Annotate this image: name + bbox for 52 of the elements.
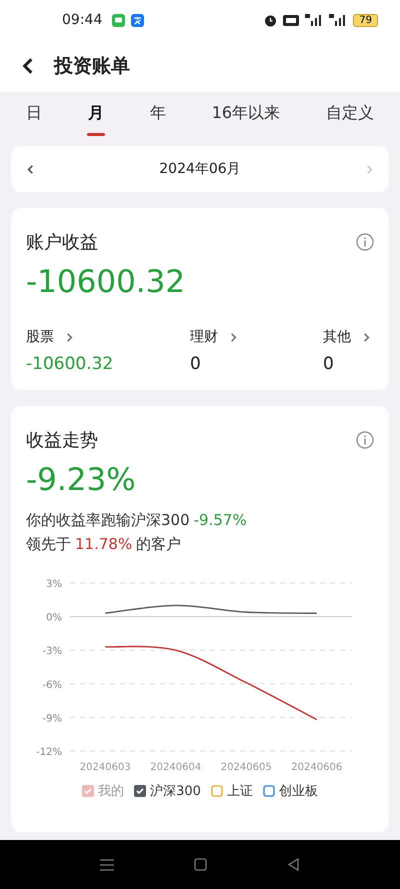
- chat-app-icon: [112, 14, 126, 26]
- axis-label: 20240606: [291, 762, 342, 773]
- period-tab[interactable]: 日: [26, 92, 42, 138]
- status-time: 09:44: [62, 12, 102, 28]
- total-amount: -10600.32: [26, 264, 186, 300]
- home-icon[interactable]: [194, 858, 207, 871]
- axis-label: 20240603: [80, 762, 131, 773]
- battery-level: 79: [353, 14, 378, 26]
- period-value: 2024年06月: [159, 160, 241, 178]
- legend-toggle[interactable]: 创业板: [262, 782, 318, 800]
- category-link[interactable]: 其他: [323, 328, 374, 346]
- comparison-text: 的客户: [136, 534, 182, 555]
- period-picker[interactable]: 2024年06月: [11, 146, 389, 192]
- chevron-icon: [228, 332, 239, 342]
- menu-icon[interactable]: [100, 858, 114, 870]
- chevron-icon: [361, 332, 372, 342]
- axis-label: -3%: [42, 646, 62, 658]
- chevron-icon: [64, 332, 75, 342]
- axis-label: 20240605: [220, 762, 272, 773]
- return-rate: -9.23%: [26, 462, 137, 498]
- axis-label: 20240604: [150, 762, 202, 773]
- signal-icon: [305, 14, 324, 26]
- comparison-text: 你的收益率跑输沪深300: [26, 510, 190, 531]
- legend-toggle[interactable]: 上证: [210, 782, 253, 800]
- page-title: 投资账单: [54, 54, 130, 79]
- info-icon[interactable]: [356, 233, 374, 251]
- category-link[interactable]: 股票: [26, 328, 190, 346]
- card-title: 收益走势: [26, 429, 98, 452]
- category-value: -10600.32: [26, 354, 114, 374]
- axis-label: -6%: [42, 680, 62, 691]
- pay-app-icon: [131, 14, 144, 26]
- legend-toggle[interactable]: 沪深300: [134, 782, 201, 800]
- category-value: 0: [190, 354, 202, 374]
- period-tab[interactable]: 自定义: [326, 92, 374, 138]
- axis-label: -12%: [36, 747, 62, 758]
- info-icon[interactable]: [356, 431, 374, 449]
- comparison-text: 领先于: [26, 534, 71, 555]
- comparison-value: -9.57%: [194, 510, 247, 531]
- alarm-icon: [264, 14, 278, 26]
- back-icon[interactable]: [287, 858, 300, 871]
- category-link[interactable]: 理财: [190, 328, 323, 346]
- comparison-value: 11.78%: [75, 534, 132, 555]
- axis-label: 0%: [46, 612, 62, 624]
- axis-label: 3%: [46, 579, 62, 590]
- signal-icon: [329, 14, 348, 26]
- axis-label: -9%: [42, 713, 62, 724]
- previous-icon: [25, 164, 36, 174]
- period-tab[interactable]: 年: [150, 92, 166, 138]
- category-value: 0: [323, 354, 335, 374]
- period-tab[interactable]: 月: [88, 92, 104, 138]
- period-tab[interactable]: 16年以来: [212, 92, 280, 138]
- card-title: 账户收益: [26, 231, 98, 254]
